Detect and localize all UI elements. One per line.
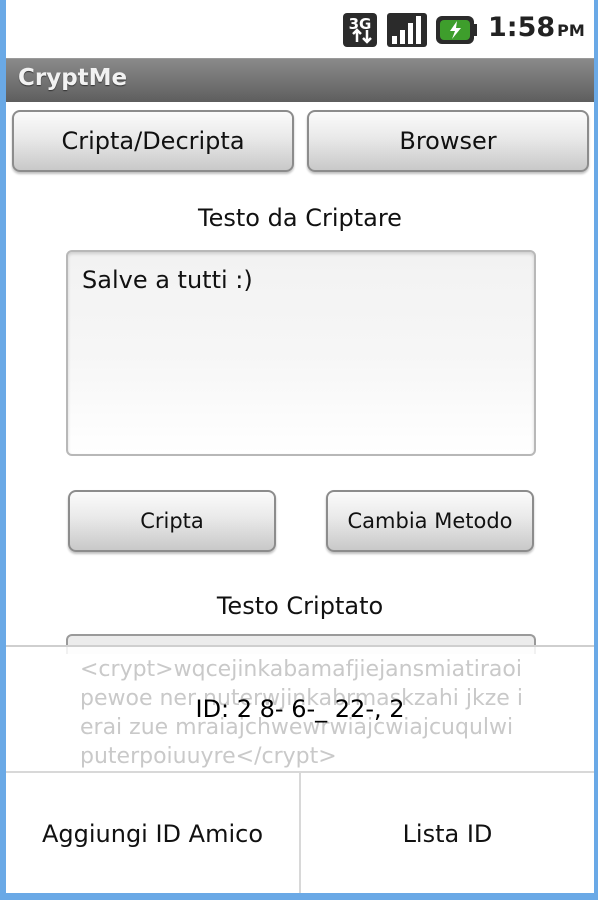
clock-time: 1:58 xyxy=(488,12,556,43)
network-3g-icon: 3G xyxy=(343,13,377,47)
output-text-label: Testo Criptato xyxy=(216,592,384,620)
signal-strength-icon xyxy=(387,13,427,47)
window-frame-bottom xyxy=(6,893,594,900)
input-text-label: Testo da Criptare xyxy=(198,204,402,232)
encrypt-decrypt-tab-button[interactable]: Cripta/Decripta xyxy=(12,110,294,172)
screen: 3G 1:58 PM CryptMe Cripta/Decripta Browse… xyxy=(6,0,594,900)
add-friend-id-menu-item[interactable]: Aggiungi ID Amico xyxy=(6,773,299,895)
id-list-menu-item[interactable]: Lista ID xyxy=(301,773,594,895)
app-title: CryptMe xyxy=(18,65,128,91)
browser-tab-button[interactable]: Browser xyxy=(307,110,589,172)
status-bar: 3G 1:58 PM xyxy=(6,0,594,58)
plaintext-input[interactable]: Salve a tutti :) xyxy=(66,250,536,456)
user-id-text: ID: 2 8- 6-_ 22-, 2 xyxy=(195,695,405,723)
change-method-button[interactable]: Cambia Metodo xyxy=(326,490,534,552)
encrypt-button[interactable]: Cripta xyxy=(68,490,276,552)
clock: 1:58 PM xyxy=(488,12,585,43)
clock-ampm: PM xyxy=(557,21,585,40)
app-title-bar: CryptMe xyxy=(6,58,594,102)
battery-charging-icon xyxy=(436,16,477,44)
options-menu: <crypt>wqcejinkabamafjiejansmiatiraoipew… xyxy=(6,645,594,895)
